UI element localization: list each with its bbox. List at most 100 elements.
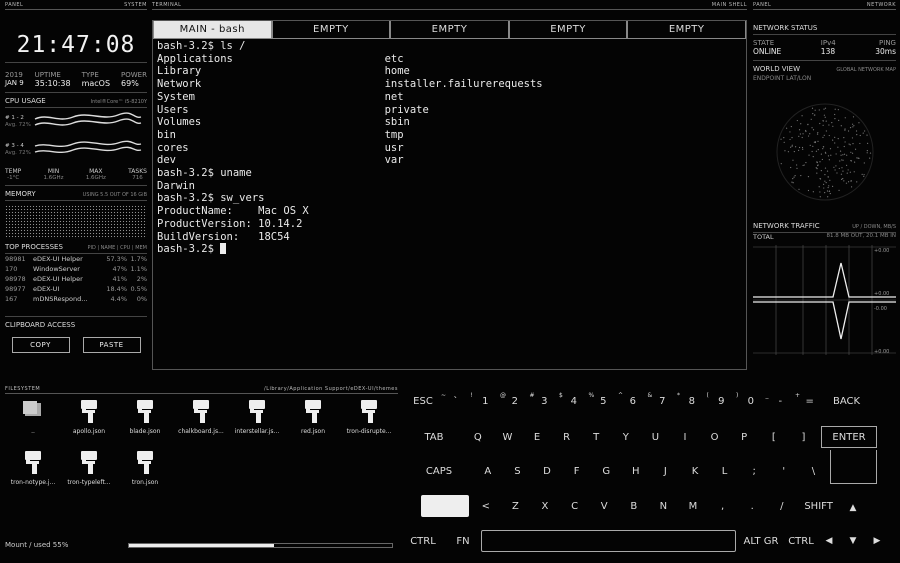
- key--[interactable]: \: [799, 460, 829, 482]
- key-r[interactable]: R: [552, 426, 582, 448]
- key-2[interactable]: @2: [500, 390, 530, 412]
- key--[interactable]: ,: [708, 495, 738, 517]
- paste-button[interactable]: PASTE: [82, 337, 141, 353]
- key-w[interactable]: W: [493, 426, 523, 448]
- process-nm: eDEX-UI Helper: [33, 275, 83, 283]
- network-panel: NETWORK STATUS STATE ONLINE IPv4 138 PING 3…: [753, 24, 896, 355]
- key--[interactable]: ': [769, 460, 799, 482]
- system-info: 2019 JAN 9 UPTIME 35:10:38 TYPE macOS POWER…: [5, 71, 147, 88]
- key-v[interactable]: V: [589, 495, 619, 517]
- key--[interactable]: + =: [795, 390, 825, 412]
- terminal-tab-5[interactable]: EMPTY: [627, 21, 746, 39]
- key-o[interactable]: O: [700, 426, 730, 448]
- process-row: 98977 eDEX-UI 18.4% 0.5%: [5, 284, 147, 294]
- terminal-tab-3[interactable]: EMPTY: [390, 21, 509, 39]
- process-pid: 167: [5, 295, 18, 303]
- traffic-graph: +0.00 +0.00 -0.00 +0.00: [753, 245, 896, 355]
- file-grid: .. apollo.json blade.json chalkboard.js... i…: [5, 398, 398, 486]
- key-a[interactable]: A: [473, 460, 503, 482]
- key-c[interactable]: C: [560, 495, 590, 517]
- key-i[interactable]: I: [670, 426, 700, 448]
- terminal-tab-2[interactable]: EMPTY: [271, 21, 391, 39]
- key-z[interactable]: Z: [501, 495, 531, 517]
- copy-button[interactable]: COPY: [11, 337, 70, 353]
- terminal[interactable]: MAIN - bash EMPTY EMPTY EMPTY EMPTY bash-3.2…: [152, 20, 747, 370]
- key--[interactable]: <: [471, 495, 501, 517]
- file-item[interactable]: apollo.json: [61, 398, 117, 435]
- arrow-left-key[interactable]: ◀: [819, 530, 839, 552]
- key-4[interactable]: $4: [559, 390, 589, 412]
- process-nm: mDNSRespond...: [33, 295, 88, 303]
- enter-key-lower[interactable]: [830, 450, 877, 484]
- key-n[interactable]: N: [649, 495, 679, 517]
- file-item[interactable]: chalkboard.js...: [173, 398, 229, 435]
- key--[interactable]: .: [737, 495, 767, 517]
- key-j[interactable]: J: [651, 460, 681, 482]
- key--[interactable]: _ -: [766, 390, 796, 412]
- key-q[interactable]: Q: [463, 426, 493, 448]
- key-6[interactable]: ^ 6: [618, 390, 648, 412]
- key--[interactable]: /: [767, 495, 797, 517]
- key-b[interactable]: B: [619, 495, 649, 517]
- key-9[interactable]: (9: [707, 390, 737, 412]
- key-u[interactable]: U: [641, 426, 671, 448]
- file-item[interactable]: tron.json: [117, 449, 173, 486]
- alt-gr-key[interactable]: ALT GR: [741, 530, 781, 552]
- key-1[interactable]: ! 1: [471, 390, 501, 412]
- filesystem-panel: .. apollo.json blade.json chalkboard.js... i…: [5, 384, 398, 559]
- key-7[interactable]: & 7: [648, 390, 678, 412]
- file-item[interactable]: red.json: [285, 398, 341, 435]
- key-d[interactable]: D: [532, 460, 562, 482]
- file-name: tron-notype.j...: [10, 479, 56, 486]
- parent-folder-item[interactable]: ..: [5, 398, 61, 435]
- key-f[interactable]: F: [562, 460, 592, 482]
- file-item[interactable]: interstellar.js...: [229, 398, 285, 435]
- process-cp: 41%: [112, 275, 127, 283]
- key-g[interactable]: G: [591, 460, 621, 482]
- key-shift[interactable]: SHIFT: [797, 495, 841, 517]
- key-e[interactable]: E: [522, 426, 552, 448]
- ctrl-left-key[interactable]: CTRL: [405, 530, 441, 552]
- key-tab[interactable]: TAB: [405, 426, 463, 448]
- key--[interactable]: ]: [789, 426, 819, 448]
- key-l[interactable]: L: [710, 460, 740, 482]
- key-x[interactable]: X: [530, 495, 560, 517]
- key-5[interactable]: % 5: [589, 390, 619, 412]
- key-back[interactable]: BACK: [825, 390, 869, 412]
- key-3[interactable]: #3: [530, 390, 560, 412]
- key--[interactable]: ~ `: [441, 390, 471, 412]
- arrow-up-key[interactable]: ▲: [841, 497, 865, 519]
- arrow-down-key[interactable]: ▼: [843, 530, 863, 552]
- theme-file-icon: [22, 449, 44, 475]
- file-item[interactable]: blade.json: [117, 398, 173, 435]
- terminal-tab-4[interactable]: EMPTY: [508, 21, 628, 39]
- process-cp: 57.3%: [106, 255, 127, 263]
- terminal-output[interactable]: bash-3.2$ ls / Applications etc Library …: [153, 39, 746, 257]
- enter-key[interactable]: ENTER: [821, 426, 877, 448]
- key--[interactable]: [: [759, 426, 789, 448]
- key-m[interactable]: M: [678, 495, 708, 517]
- key-h[interactable]: H: [621, 460, 651, 482]
- arrow-right-key[interactable]: ▶: [867, 530, 887, 552]
- key-caps[interactable]: CAPS: [405, 460, 473, 482]
- file-item[interactable]: tron-typeleft...: [61, 449, 117, 486]
- spacebar-key[interactable]: [481, 530, 736, 552]
- fn-key[interactable]: FN: [445, 530, 481, 552]
- key-y[interactable]: Y: [611, 426, 641, 448]
- file-item[interactable]: tron-disrupte...: [341, 398, 397, 435]
- key-s[interactable]: S: [503, 460, 533, 482]
- file-item[interactable]: tron-notype.j...: [5, 449, 61, 486]
- terminal-tab-1[interactable]: MAIN - bash: [153, 21, 272, 39]
- key--[interactable]: ;: [739, 460, 769, 482]
- key-8[interactable]: * 8: [677, 390, 707, 412]
- key-esc[interactable]: ESC: [405, 390, 441, 412]
- system-panel: 21:47:08 2019 JAN 9 UPTIME 35:10:38 TYPE ma…: [5, 12, 147, 372]
- key-t[interactable]: T: [581, 426, 611, 448]
- shift-key-left[interactable]: [421, 495, 469, 517]
- key-p[interactable]: P: [729, 426, 759, 448]
- ctrl-right-key[interactable]: CTRL: [783, 530, 819, 552]
- system-panel-header: PANEL SYSTEM: [5, 0, 147, 10]
- key-0[interactable]: ) 0: [736, 390, 766, 412]
- key-k[interactable]: K: [680, 460, 710, 482]
- process-row: 98978 eDEX-UI Helper 41% 2%: [5, 274, 147, 284]
